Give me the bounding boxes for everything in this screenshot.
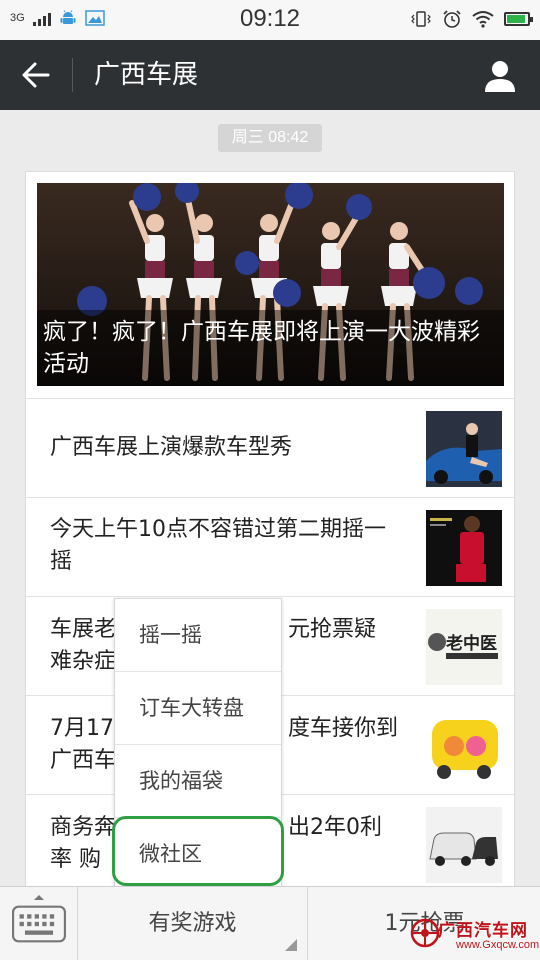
chevron-up-icon (34, 895, 44, 900)
submenu-item-shake[interactable]: 摇一摇 (115, 599, 281, 672)
watermark-logo-icon (410, 918, 440, 948)
watermark-url: www.Gxqcw.com (456, 939, 540, 951)
highlight-ring (112, 816, 284, 886)
article-item[interactable]: 广西车展上演爆款车型秀 (26, 398, 514, 497)
title-divider (72, 58, 73, 92)
submenu-indicator-icon (285, 939, 297, 951)
battery-icon (504, 12, 533, 26)
keyboard-toggle-button[interactable] (0, 887, 78, 960)
cover-article[interactable]: 疯了！疯了！广西车展即将上演一大波精彩活动 (37, 183, 504, 386)
article-title-cont: 出2年0利 (288, 815, 382, 840)
profile-button[interactable] (482, 58, 518, 94)
submenu-item-booking-wheel[interactable]: 订车大转盘 (115, 672, 281, 745)
vibrate-icon (411, 11, 431, 27)
submenu-item-lucky-bag[interactable]: 我的福袋 (115, 745, 281, 818)
page-title: 广西车展 (94, 60, 199, 90)
battery-fill (507, 15, 525, 23)
article-thumbnail: 老中医 (426, 609, 502, 685)
article-title-cont: 元抢票疑 (288, 617, 377, 642)
status-bar: 3G 09:12 (0, 0, 540, 40)
watermark-title: 广西汽车网 (438, 921, 528, 941)
alarm-icon (443, 10, 461, 28)
article-title: 广西车展上演爆款车型秀 (50, 435, 293, 460)
wifi-icon (472, 11, 494, 28)
person-icon (492, 61, 508, 77)
article-thumbnail (426, 708, 502, 784)
thumbnail-text: 老中医 (446, 634, 497, 654)
article-thumbnail (426, 807, 502, 883)
article-title-cont: 度车接你到 (288, 716, 399, 741)
site-watermark: 广西汽车网 www.Gxqcw.com (408, 912, 540, 960)
title-bar: 广西车展 (0, 40, 540, 110)
keyboard-icon (12, 905, 66, 943)
message-timestamp: 周三 08:42 (218, 124, 322, 152)
back-button[interactable] (18, 60, 54, 90)
menu-button-label: 有奖游戏 (148, 911, 237, 936)
article-thumbnail (426, 510, 502, 586)
article-thumbnail (426, 411, 502, 487)
article-item[interactable]: 今天上午10点不容错过第二期摇一摇 (26, 497, 514, 596)
back-arrow-icon (22, 62, 50, 88)
menu-button-prize-games[interactable]: 有奖游戏 (78, 887, 308, 960)
article-title: 今天上午10点不容错过第二期摇一摇 (50, 517, 386, 574)
cover-article-title: 疯了！疯了！广西车展即将上演一大波精彩活动 (37, 310, 504, 386)
